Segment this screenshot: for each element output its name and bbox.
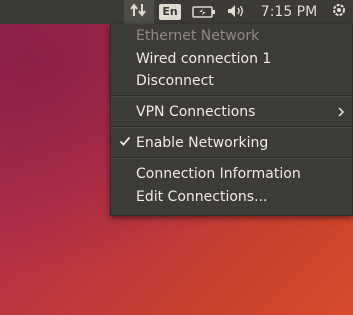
network-menu: Ethernet Network Wired connection 1 Disc… [110, 24, 353, 216]
network-indicator[interactable] [124, 0, 154, 24]
menu-header-label: Ethernet Network [136, 27, 260, 44]
keyboard-layout-label: En [159, 4, 181, 20]
menu-item-label: Connection Information [136, 165, 301, 182]
battery-icon [192, 3, 216, 22]
network-arrows-icon [130, 2, 148, 22]
menu-item-vpn-connections[interactable]: VPN Connections [111, 100, 353, 123]
keyboard-layout-indicator[interactable]: En [156, 0, 184, 24]
power-gear-icon [331, 2, 347, 22]
menu-item-label: Wired connection 1 [136, 50, 272, 67]
menu-item-connection-information[interactable]: Connection Information [111, 162, 353, 185]
sound-indicator[interactable] [222, 0, 252, 24]
chevron-right-icon [336, 105, 346, 119]
menu-separator [111, 157, 352, 159]
top-panel: En 7:15 PM [0, 0, 353, 24]
menu-item-enable-networking[interactable]: Enable Networking [111, 131, 353, 154]
menu-item-disconnect[interactable]: Disconnect [111, 69, 353, 92]
menu-item-label: Enable Networking [136, 134, 269, 151]
menu-separator [111, 126, 352, 128]
menu-item-wired-connection[interactable]: Wired connection 1 [111, 47, 353, 70]
menu-item-label: Edit Connections... [136, 188, 268, 205]
checkmark-icon [119, 135, 131, 151]
session-indicator[interactable] [324, 0, 353, 24]
battery-indicator[interactable] [186, 0, 222, 24]
speaker-icon [227, 3, 247, 22]
menu-separator [111, 95, 352, 97]
menu-item-label: Disconnect [136, 72, 214, 89]
menu-header-ethernet: Ethernet Network [111, 24, 353, 47]
clock[interactable]: 7:15 PM [256, 0, 322, 24]
menu-item-label: VPN Connections [136, 103, 256, 120]
menu-item-edit-connections[interactable]: Edit Connections... [111, 185, 353, 208]
